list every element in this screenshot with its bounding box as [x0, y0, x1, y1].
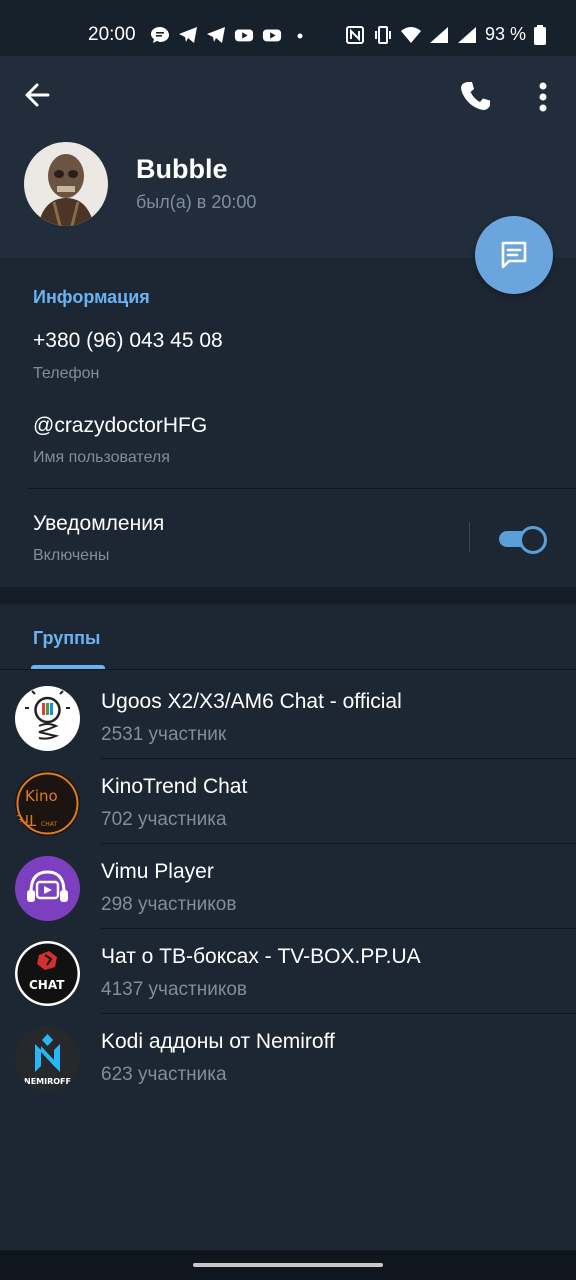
home-gesture-handle[interactable]: [193, 1263, 383, 1267]
username-label: Имя пользователя: [33, 449, 170, 466]
telegram-icon: [207, 27, 225, 43]
group-avatar-vimu: [15, 856, 80, 921]
status-time: 20:00: [88, 24, 136, 45]
telegram-icon: [179, 27, 197, 43]
group-row-vimu[interactable]: Vimu Player 298 участников: [0, 844, 576, 929]
group-name: Kodi аддоны от Nemiroff: [101, 1030, 335, 1053]
tvbox-chat-logo-icon: CHAT: [15, 941, 80, 1006]
groups-section: Группы Ugoos X2/X3/AM6 Chat - official 2…: [0, 604, 576, 1250]
system-icons: 93 %: [345, 24, 546, 45]
info-section: Информация +380 (96) 043 45 08 Телефон @…: [0, 259, 576, 587]
status-bar: 20:00 93 %: [0, 0, 576, 56]
group-members: 298 участников: [101, 894, 237, 915]
signal-icon: [457, 26, 476, 43]
group-avatar-kodi: NEMIROFF: [15, 1026, 80, 1091]
group-row-tvbox[interactable]: CHAT Чат о ТВ-боксах - TV-BOX.PP.UA 4137…: [0, 929, 576, 1014]
tab-divider: [0, 669, 576, 670]
notifications-toggle[interactable]: [497, 525, 547, 554]
notifications-title: Уведомления: [33, 512, 165, 535]
battery-percent: 93 %: [484, 24, 526, 44]
vibrate-icon: [374, 25, 391, 44]
phone-call-icon[interactable]: [455, 76, 495, 116]
group-row-ugoos[interactable]: Ugoos X2/X3/AM6 Chat - official 2531 уча…: [0, 674, 576, 759]
navigation-bar: [0, 1250, 576, 1280]
notification-icons: [150, 26, 310, 44]
group-name: Vimu Player: [101, 860, 214, 883]
group-row-kinotrend[interactable]: Kino Trend CHAT KinoTrend Chat 702 участ…: [0, 759, 576, 844]
group-members: 702 участника: [101, 809, 227, 830]
profile-name: Bubble: [136, 154, 228, 184]
group-avatar-ugoos: [15, 686, 80, 751]
svg-text:Kino: Kino: [25, 787, 58, 805]
group-avatar-kinotrend: Kino Trend CHAT: [15, 771, 80, 836]
divider: [28, 488, 576, 489]
nfc-icon: [345, 25, 364, 44]
group-members: 2531 участник: [101, 724, 227, 745]
signal-icon: [429, 26, 448, 43]
svg-text:NEMIROFF: NEMIROFF: [24, 1077, 71, 1086]
svg-text:Trend: Trend: [15, 811, 37, 829]
phone-label: Телефон: [33, 365, 100, 382]
message-button[interactable]: [475, 216, 553, 294]
vertical-divider: [469, 522, 470, 552]
group-name: KinoTrend Chat: [101, 775, 248, 798]
back-arrow-icon[interactable]: [20, 78, 60, 112]
svg-text:CHAT: CHAT: [41, 821, 57, 828]
group-name: Ugoos X2/X3/AM6 Chat - official: [101, 690, 402, 713]
notifications-status: Включены: [33, 547, 110, 564]
chat-bubble-icon: [151, 27, 169, 43]
more-vertical-icon[interactable]: [528, 78, 558, 118]
wifi-icon: [400, 26, 421, 43]
headphones-play-icon: [15, 856, 80, 921]
username: @crazydoctorHFG: [33, 414, 208, 437]
avatar-image: [24, 142, 108, 226]
youtube-icon: [234, 29, 254, 42]
message-icon: [501, 241, 527, 269]
phone-number: +380 (96) 043 45 08: [33, 329, 223, 352]
svg-text:CHAT: CHAT: [29, 978, 65, 992]
youtube-icon: [262, 29, 282, 42]
group-avatar-tvbox: CHAT: [15, 941, 80, 1006]
last-seen-status: был(а) в 20:00: [136, 192, 257, 212]
section-gap: [0, 587, 576, 604]
lightbulb-icon: [15, 686, 80, 751]
tab-groups[interactable]: Группы: [33, 628, 100, 649]
dot-icon: [297, 33, 303, 39]
group-members: 623 участника: [101, 1064, 227, 1085]
group-name: Чат о ТВ-боксах - TV-BOX.PP.UA: [101, 945, 421, 968]
kodi-nemiroff-logo-icon: NEMIROFF: [15, 1026, 80, 1091]
group-row-kodi[interactable]: NEMIROFF Kodi аддоны от Nemiroff 623 уча…: [0, 1014, 576, 1099]
battery-icon: [534, 24, 546, 45]
avatar[interactable]: [24, 142, 108, 226]
kinotrend-logo-icon: Kino Trend CHAT: [15, 771, 80, 836]
group-members: 4137 участников: [101, 979, 248, 1000]
info-section-title: Информация: [33, 287, 150, 307]
